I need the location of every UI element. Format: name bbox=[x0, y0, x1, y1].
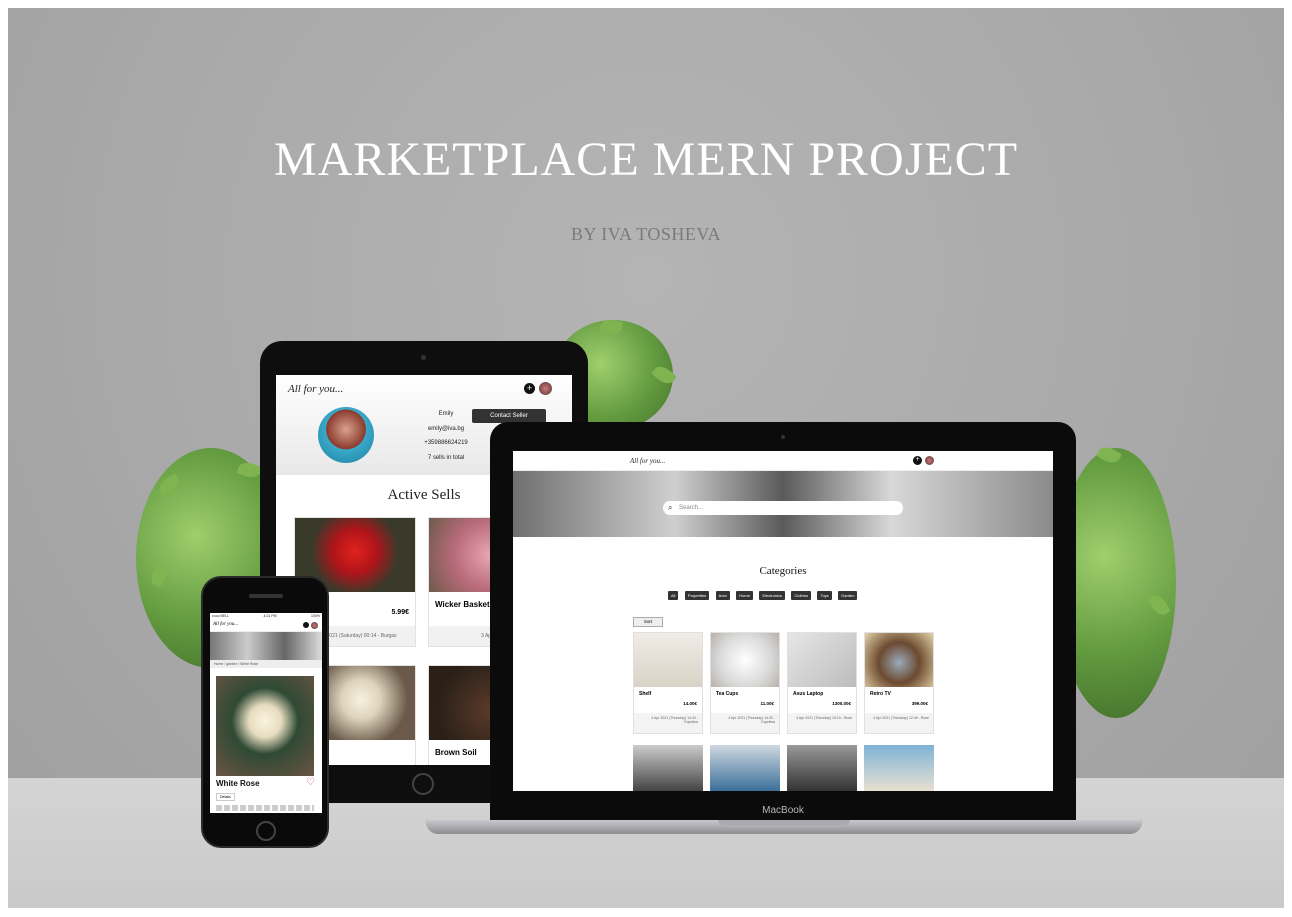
category-clothes[interactable]: Clothes bbox=[791, 591, 811, 600]
heart-icon[interactable]: ♡ bbox=[306, 777, 315, 788]
mockup-stage: MARKETPLACE MERN PROJECT BY IVA TOSHEVA … bbox=[8, 8, 1284, 908]
add-icon[interactable]: + bbox=[524, 383, 535, 394]
category-electronics[interactable]: Electronics bbox=[759, 591, 785, 600]
navbar: All for you... + bbox=[513, 451, 1053, 471]
sort-button[interactable]: Sort bbox=[633, 617, 663, 627]
category-garden[interactable]: Garden bbox=[838, 591, 858, 600]
product-image bbox=[711, 633, 779, 687]
product-date: 4 Apr 2021 (Thursday) 13:19 - Ruse bbox=[788, 713, 856, 733]
brand-logo[interactable]: All for you... bbox=[288, 383, 343, 395]
product-card[interactable]: Retro TV 399.00€ 4 Apr 2021 (Thursday) 1… bbox=[864, 632, 934, 734]
profile-sells: 7 sells in total bbox=[427, 454, 465, 461]
categories-title: Categories bbox=[759, 565, 807, 577]
product-name: Tea Cups bbox=[716, 691, 739, 697]
product-name: Asus Laptop bbox=[793, 691, 824, 697]
product-card[interactable]: Tea Cups 11.00€ 4 Apr 2021 (Thursday) 14… bbox=[710, 632, 780, 734]
poster-subtitle: BY IVA TOSHEVA bbox=[570, 224, 722, 244]
poster-title: MARKETPLACE MERN PROJECT bbox=[273, 133, 1019, 186]
navbar: All for you... bbox=[210, 620, 322, 632]
category-auto[interactable]: Auto bbox=[715, 591, 730, 600]
product-price: 399.00€ bbox=[911, 701, 928, 706]
brand-logo[interactable]: All for you... bbox=[213, 622, 238, 627]
home-button[interactable] bbox=[256, 821, 276, 841]
avatar[interactable] bbox=[925, 456, 934, 465]
details-tab[interactable]: Details bbox=[216, 793, 235, 801]
avatar[interactable] bbox=[311, 622, 318, 629]
avatar[interactable] bbox=[539, 382, 552, 395]
camera-icon bbox=[781, 435, 785, 439]
laptop-screen: All for you... + Search... ⌕ Categories … bbox=[513, 451, 1053, 791]
device-label: MacBook bbox=[762, 805, 804, 816]
category-properties[interactable]: Properties bbox=[684, 591, 710, 600]
product-title: White Rose bbox=[216, 779, 260, 788]
product-date: 4 Apr 2021 (Thursday) 12:49 - Ruse bbox=[865, 713, 933, 733]
add-icon[interactable] bbox=[303, 622, 309, 628]
product-image bbox=[865, 633, 933, 687]
profile-email: emily@iva.bg bbox=[427, 425, 465, 432]
category-toys[interactable]: Toys bbox=[817, 591, 832, 600]
category-all[interactable]: All bbox=[668, 591, 679, 600]
status-time: 4:21 PM bbox=[263, 614, 277, 618]
laptop-device: All for you... + Search... ⌕ Categories … bbox=[490, 422, 1076, 820]
search-icon: ⌕ bbox=[668, 503, 673, 512]
brand-logo[interactable]: All for you... bbox=[630, 457, 665, 465]
contact-seller-button[interactable]: Contact Seller bbox=[472, 409, 546, 423]
product-image bbox=[788, 633, 856, 687]
phone-device: •••oo BELL 4:21 PM 100% All for you... H… bbox=[201, 576, 329, 848]
laptop-base bbox=[426, 820, 1142, 834]
product-image[interactable] bbox=[787, 745, 857, 791]
product-image[interactable] bbox=[633, 745, 703, 791]
home-button[interactable] bbox=[412, 773, 434, 795]
status-battery: 100% bbox=[311, 614, 320, 618]
speaker-icon bbox=[249, 594, 283, 598]
add-icon[interactable]: + bbox=[913, 456, 922, 465]
hero-banner bbox=[210, 632, 322, 660]
status-carrier: •••oo BELL bbox=[212, 614, 230, 618]
product-price: 14.00€ bbox=[683, 701, 697, 706]
profile-phone: +359886624219 bbox=[424, 440, 468, 446]
hero-banner: Search... ⌕ bbox=[513, 471, 1053, 537]
product-image[interactable] bbox=[864, 745, 934, 791]
description-text bbox=[216, 805, 314, 811]
product-image[interactable] bbox=[710, 745, 780, 791]
phone-screen: •••oo BELL 4:21 PM 100% All for you... H… bbox=[210, 613, 322, 813]
profile-avatar bbox=[318, 407, 374, 463]
status-bar: •••oo BELL 4:21 PM 100% bbox=[210, 613, 322, 620]
category-home[interactable]: Home bbox=[736, 591, 753, 600]
product-date: 4 Apr 2021 (Thursday) 14:20 - Dupnitsa bbox=[711, 713, 779, 733]
product-price: 11.00€ bbox=[760, 701, 774, 706]
product-date: 4 Apr 2021 (Thursday) 14:43 - Dupnitsa bbox=[634, 713, 702, 733]
breadcrumb[interactable]: Home / garden / White Rose bbox=[210, 660, 322, 668]
product-name: Retro TV bbox=[870, 691, 891, 697]
category-bar: All Properties Auto Home Electronics Clo… bbox=[668, 584, 908, 602]
product-price: 1300.00€ bbox=[832, 701, 851, 706]
search-input[interactable]: Search... bbox=[663, 501, 903, 515]
laptop-notch bbox=[718, 820, 850, 825]
product-image bbox=[634, 633, 702, 687]
product-card[interactable]: Asus Laptop 1300.00€ 4 Apr 2021 (Thursda… bbox=[787, 632, 857, 734]
product-card[interactable]: Shelf 14.00€ 4 Apr 2021 (Thursday) 14:43… bbox=[633, 632, 703, 734]
product-name: Shelf bbox=[639, 691, 652, 697]
camera-icon bbox=[421, 355, 426, 360]
product-image bbox=[216, 676, 314, 776]
